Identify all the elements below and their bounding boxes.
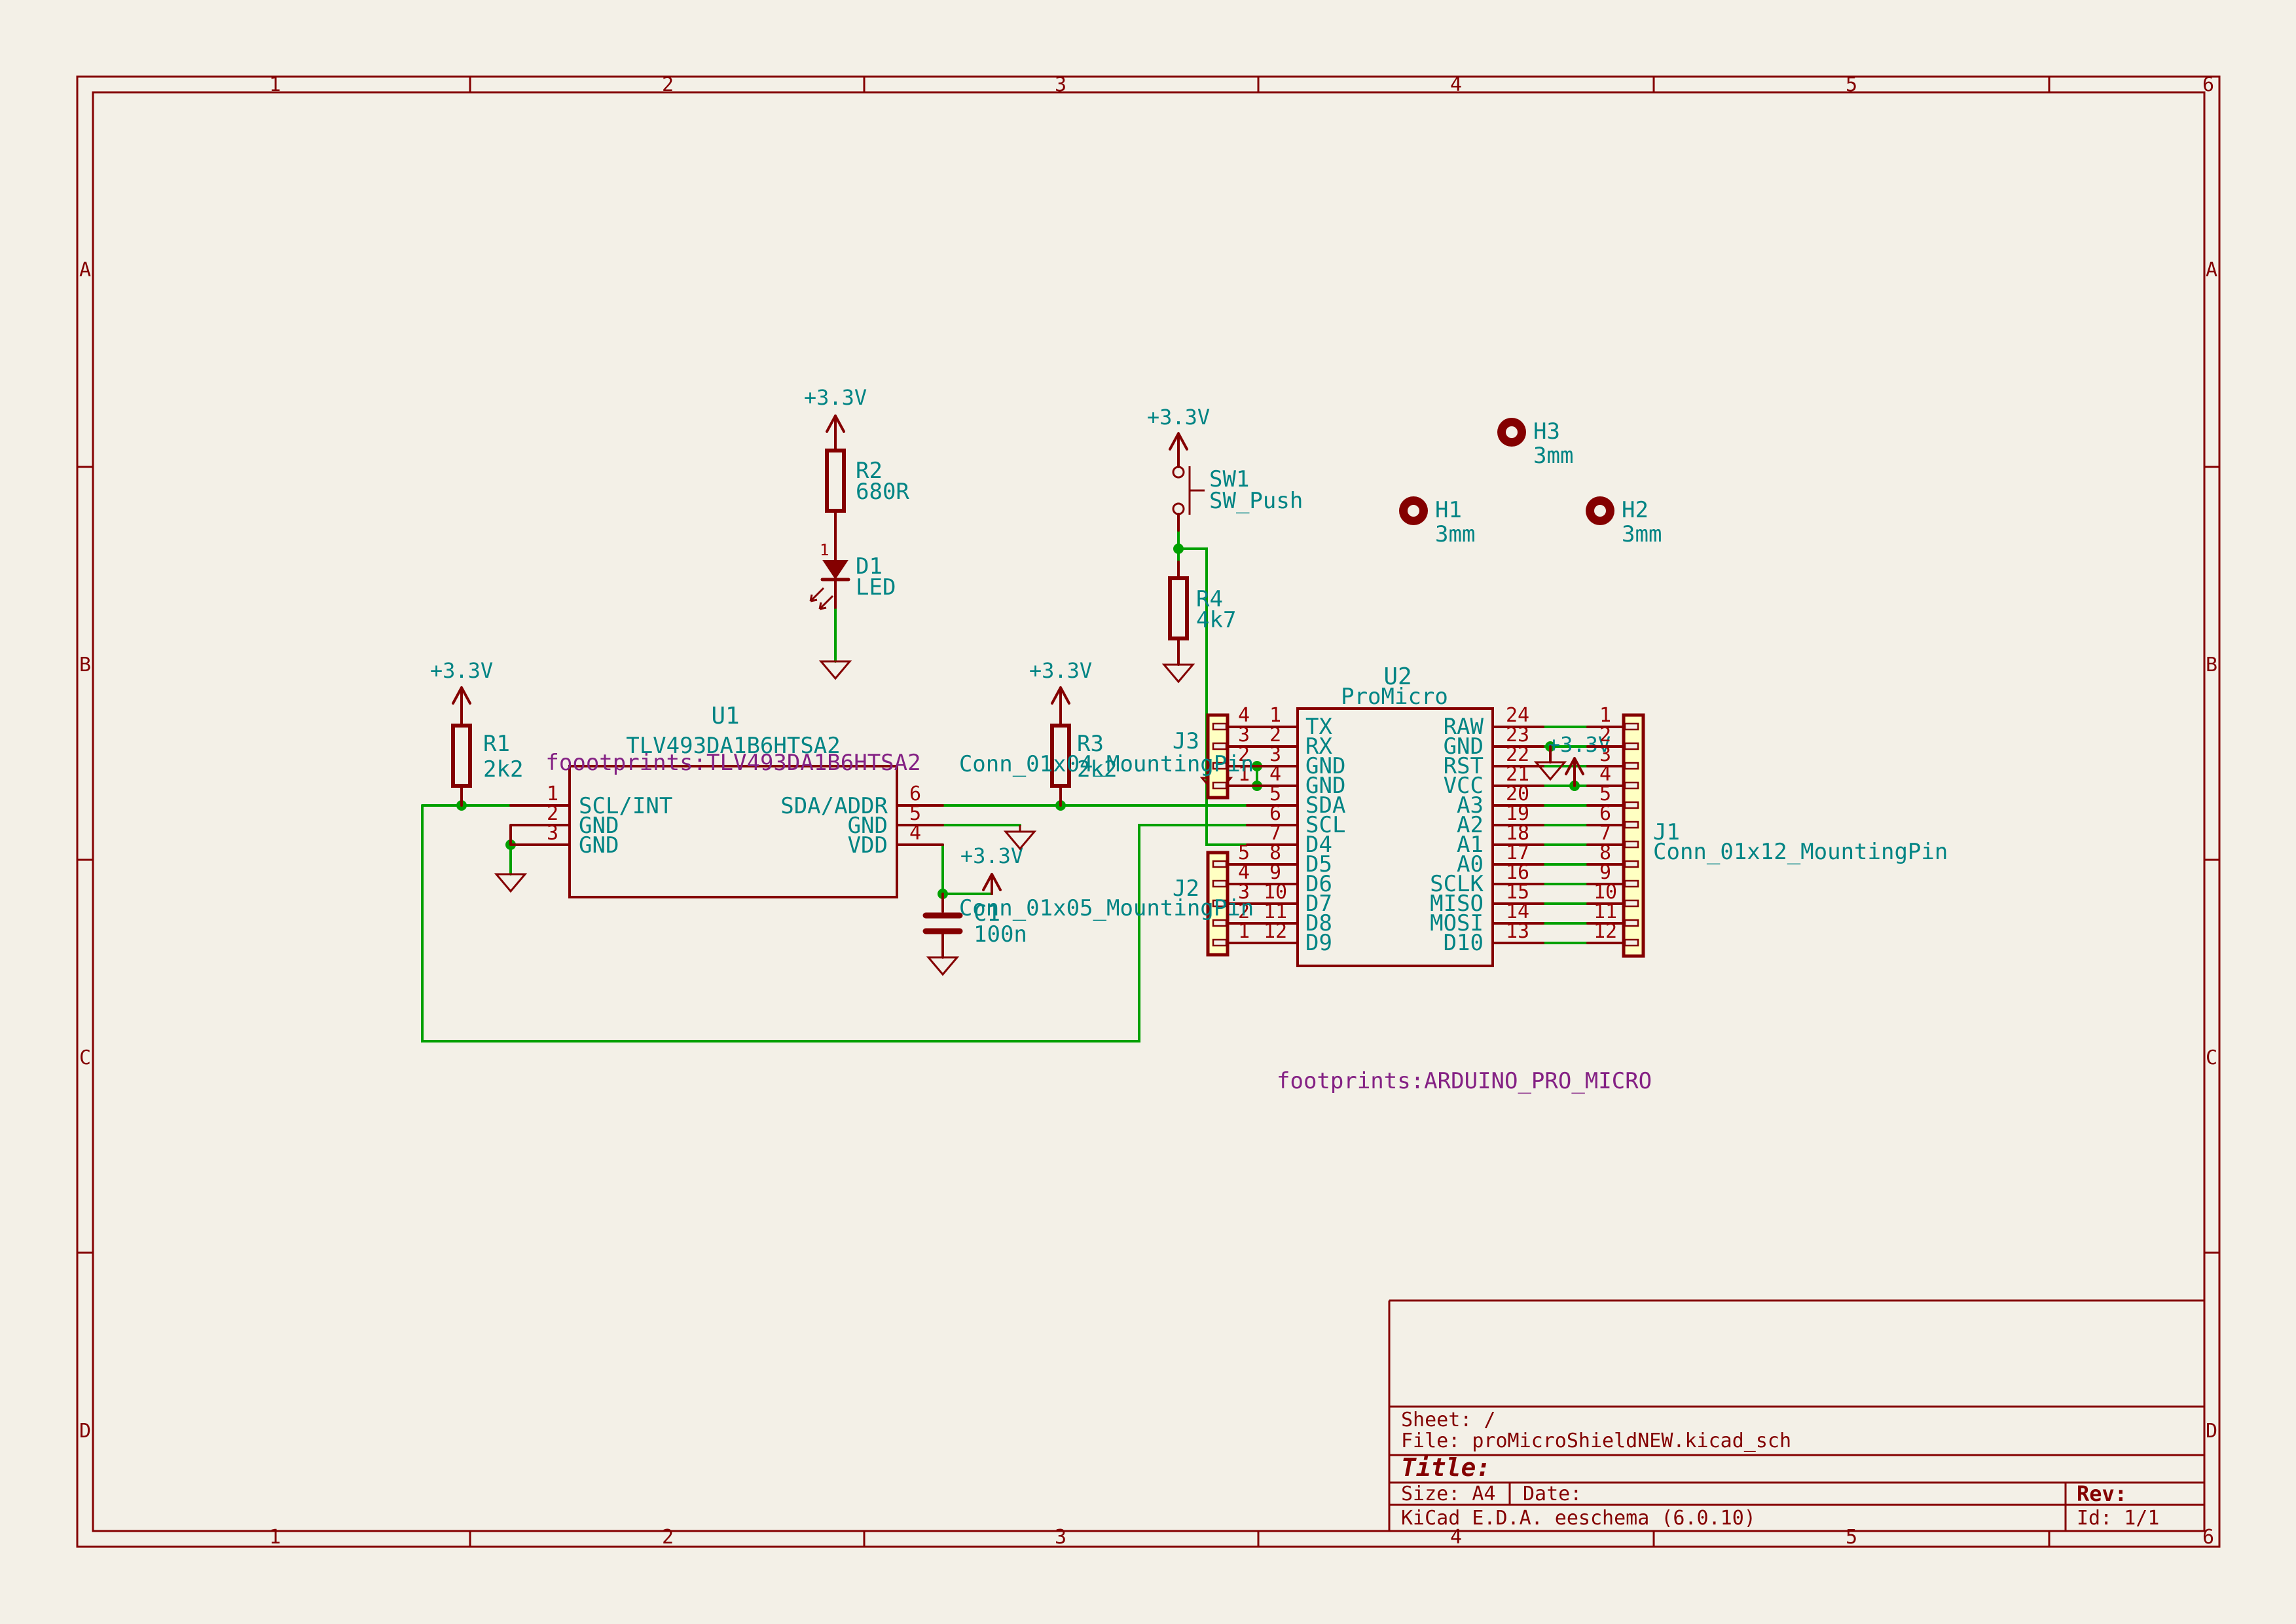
component-value: Conn_01x05_MountingPin	[959, 895, 1254, 921]
component-value: 3mm	[1533, 443, 1573, 469]
titleblock-date: Date:	[1523, 1483, 1582, 1505]
grid-col-label: 1	[269, 1526, 281, 1549]
grid-col-label: 2	[662, 1526, 674, 1549]
grid-row-label: B	[79, 654, 91, 676]
component-value: LED	[856, 574, 896, 600]
grid-col-label: 4	[1450, 73, 1462, 96]
component-value: 100n	[974, 921, 1027, 948]
component-r1[interactable]: R1 2k2	[453, 726, 523, 805]
component-value: Conn_01x04_MountingPin	[959, 751, 1254, 777]
titleblock-kicad: KiCad E.D.A. eeschema (6.0.10)	[1401, 1507, 1756, 1530]
pin-name: GND	[579, 832, 619, 858]
power-label: +3.3V	[1147, 405, 1210, 430]
component-ref: J3	[1173, 728, 1199, 754]
component-r2[interactable]: R2 680R	[827, 451, 909, 511]
grid-row-label: D	[79, 1420, 91, 1443]
power-label: +3.3V	[430, 658, 493, 683]
power-label: +3.3V	[1029, 658, 1092, 683]
component-h2[interactable]: H2 3mm	[1586, 496, 1662, 547]
component-h3[interactable]: H3 3mm	[1497, 418, 1573, 469]
grid-col-label: 1	[269, 73, 281, 96]
component-ref: R1	[483, 731, 510, 757]
component-u1[interactable]: U1 TLV493DA1B6HTSA2 foootprints:TLV493DA…	[511, 703, 943, 897]
grid-col-label: 5	[1846, 73, 1857, 96]
power-label: +3.3V	[960, 843, 1023, 868]
grid-row-label: A	[79, 259, 91, 282]
grid-row-label: C	[2206, 1046, 2217, 1069]
component-value: Conn_01x12_MountingPin	[1653, 839, 1948, 865]
pin-number: 4	[909, 822, 921, 845]
grid-col-label: 3	[1055, 1526, 1066, 1549]
titleblock-id: Id: 1/1	[2077, 1507, 2159, 1530]
component-value: 3mm	[1435, 521, 1475, 547]
pin-number: 12	[1594, 920, 1617, 943]
component-value: ProMicro	[1341, 684, 1448, 710]
grid-col-label: 3	[1055, 73, 1066, 96]
component-ref: H1	[1435, 497, 1462, 523]
title-block: Sheet: / File: proMicroShieldNEW.kicad_s…	[1389, 1301, 2204, 1531]
component-footprint: footprints:ARDUINO_PRO_MICRO	[1277, 1068, 1652, 1094]
grid-row-label: A	[2206, 259, 2217, 282]
pin-name: D10	[1444, 930, 1484, 956]
pin-number: 13	[1506, 920, 1529, 943]
component-ref: U1	[711, 703, 739, 729]
component-j3[interactable]: 4 3 2 1 J3 Conn_01x04_MountingPin	[959, 704, 1298, 798]
component-d1[interactable]: 1 D1 LED	[811, 511, 896, 609]
pin-name: VDD	[848, 832, 888, 858]
component-value: SW_Push	[1209, 488, 1303, 514]
pin-number: 1	[820, 541, 829, 559]
titleblock-title: Title:	[1401, 1453, 1491, 1482]
component-value: 2k2	[483, 756, 523, 783]
grid-col-label: 6	[2202, 73, 2214, 96]
component-value: 4k7	[1196, 607, 1236, 633]
sheet-border: 1 2 3 4 5 6 1 2 3 4 5 6 A B C D A B C D	[77, 73, 2219, 1549]
grid-col-label: 5	[1846, 1526, 1857, 1549]
grid-col-label: 2	[662, 73, 674, 96]
component-value: 3mm	[1622, 521, 1662, 547]
component-value: 680R	[856, 479, 909, 505]
component-ref: H3	[1533, 418, 1560, 445]
component-r4[interactable]: R4 4k7	[1170, 562, 1236, 638]
power-label: +3.3V	[804, 385, 867, 410]
pin-number: 3	[547, 822, 558, 845]
grid-col-label: 6	[2202, 1526, 2214, 1549]
titleblock-rev: Rev:	[2077, 1481, 2127, 1506]
grid-row-label: B	[2206, 654, 2217, 676]
component-j1[interactable]: 1 2 3 4 5 6 7 8 9 10 11 12 J1 Conn_01x12…	[1588, 704, 1948, 956]
component-h1[interactable]: H1 3mm	[1399, 496, 1475, 547]
component-footprint: foootprints:TLV493DA1B6HTSA2	[545, 750, 920, 776]
schematic-canvas: 1 2 3 4 5 6 1 2 3 4 5 6 A B C D A B C D …	[0, 0, 2296, 1624]
grid-row-label: C	[79, 1046, 91, 1069]
grid-row-label: D	[2206, 1420, 2217, 1443]
titleblock-size: Size: A4	[1401, 1483, 1496, 1505]
component-ref: H2	[1622, 497, 1649, 523]
titleblock-file: File: proMicroShieldNEW.kicad_sch	[1401, 1430, 1791, 1452]
component-sw1[interactable]: SW1 SW_Push	[1173, 466, 1303, 530]
pin-number: 1	[1238, 920, 1250, 943]
pin-name: D9	[1305, 930, 1332, 956]
titleblock-sheet: Sheet: /	[1401, 1409, 1496, 1431]
